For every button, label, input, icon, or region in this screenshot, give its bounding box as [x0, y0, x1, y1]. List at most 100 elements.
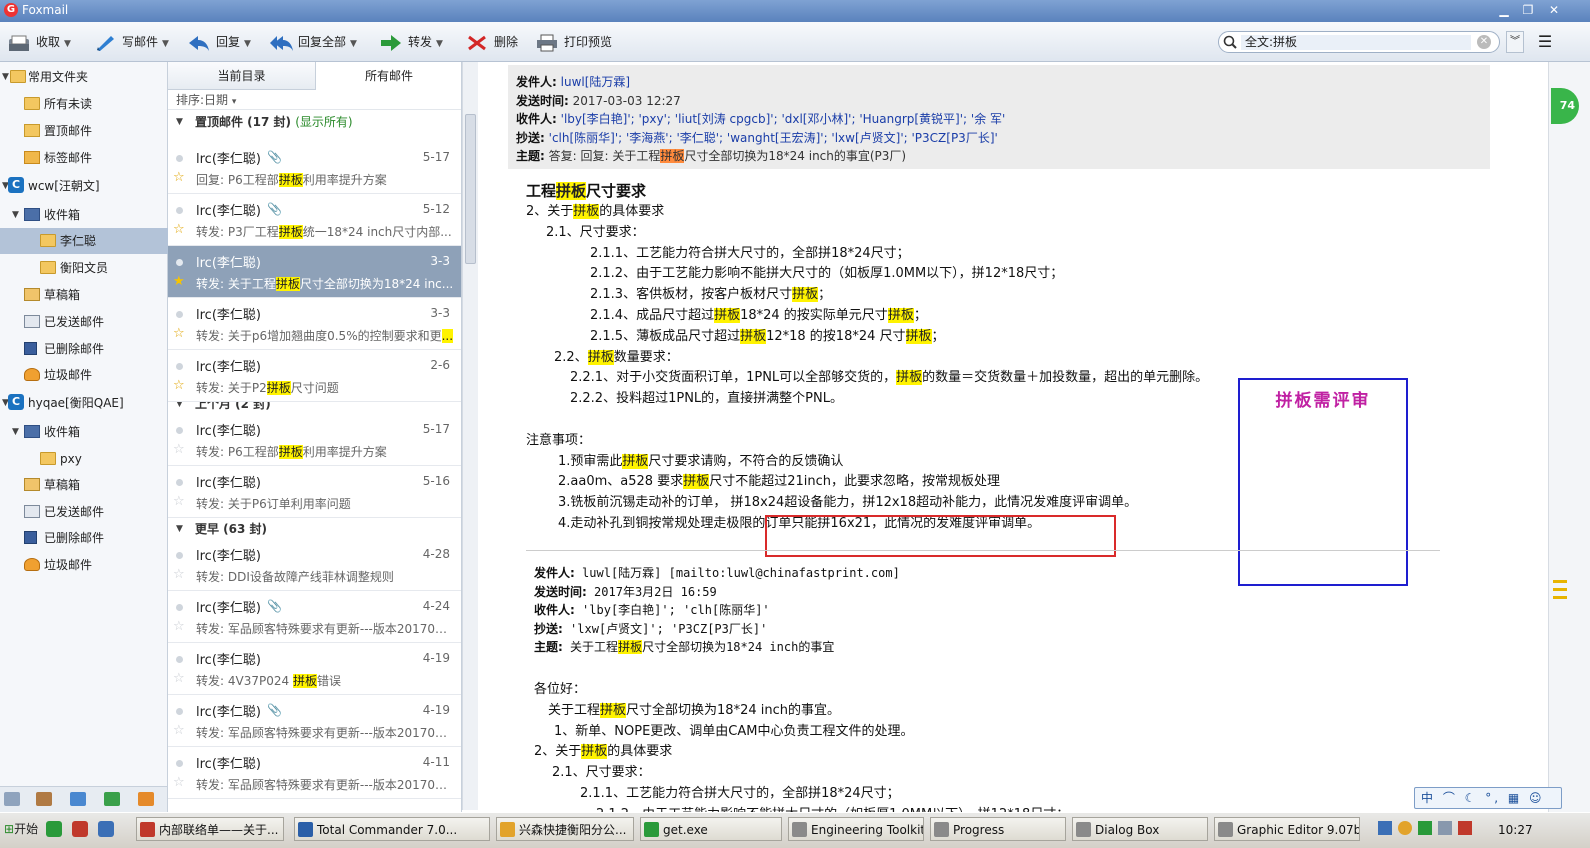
- compose-button[interactable]: 写邮件 ▼: [94, 30, 169, 54]
- cc-value[interactable]: 'clh[陈丽华]'; '李海燕'; '李仁聪'; 'wanght[王宏涛]';…: [549, 131, 998, 145]
- collapse-icon[interactable]: ▼: [12, 419, 19, 445]
- sidebar-item-junk[interactable]: 垃圾邮件: [0, 362, 168, 388]
- taskbar-item[interactable]: Engineering Toolkit 9....: [788, 817, 924, 841]
- list-item[interactable]: lrc(李仁聪) 📎 4-19 ☆ 转发: 军品顾客特殊要求有更新---版本201704…: [168, 695, 461, 747]
- delete-button[interactable]: 删除: [466, 30, 518, 54]
- sidebar-item-common-folders[interactable]: ▼ 常用文件夹: [0, 64, 168, 90]
- sidebar-item-inbox-2[interactable]: ▼ 收件箱: [0, 419, 168, 445]
- list-item[interactable]: lrc(李仁聪) 📎 5-17 ☆ 回复: P6工程部拼板利用率提升方案: [168, 142, 461, 194]
- read-status-icon[interactable]: [176, 363, 183, 370]
- list-item[interactable]: lrc(李仁聪) 4-28 ☆ 转发: DDI设备故障产线菲林调整规则: [168, 539, 461, 591]
- start-button[interactable]: ⊞开始: [0, 817, 44, 841]
- star-icon[interactable]: ☆: [173, 170, 185, 185]
- search-input[interactable]: 全文:拼板: [1241, 35, 1471, 50]
- show-all-link[interactable]: (显示所有): [295, 115, 352, 129]
- taskbar-item[interactable]: Dialog Box: [1072, 817, 1208, 841]
- forward-button[interactable]: 转发 ▼: [380, 30, 443, 54]
- star-icon[interactable]: ☆: [173, 775, 185, 790]
- sidebar-item-deleted[interactable]: 已删除邮件: [0, 336, 168, 362]
- star-icon[interactable]: ★: [173, 274, 185, 289]
- read-status-icon[interactable]: [176, 207, 183, 214]
- chevron-down-icon[interactable]: ▼: [436, 39, 443, 49]
- star-icon[interactable]: ☆: [173, 442, 185, 457]
- maximize-icon[interactable]: ❐: [1518, 2, 1538, 18]
- scrollbar-thumb[interactable]: [465, 114, 476, 264]
- star-icon[interactable]: ☆: [173, 326, 185, 341]
- sidebar-item-deleted-2[interactable]: 已删除邮件: [0, 525, 168, 551]
- read-status-icon[interactable]: [176, 427, 183, 434]
- receive-button[interactable]: 收取 ▼: [8, 30, 71, 54]
- reader-scrollbar[interactable]: 74: [1548, 62, 1590, 812]
- collapse-icon[interactable]: ▼: [176, 519, 183, 539]
- read-status-icon[interactable]: [176, 155, 183, 162]
- sort-selector[interactable]: 排序:日期 ▾: [168, 90, 461, 110]
- taskbar-item[interactable]: Total Commander 7.0...: [294, 817, 490, 841]
- group-header-earlier[interactable]: ▼ 更早 (63 封): [168, 519, 461, 539]
- list-item[interactable]: lrc(李仁聪) 4-19 ☆ 转发: 4V37P024 拼板错误: [168, 643, 461, 695]
- star-icon[interactable]: ☆: [173, 222, 185, 237]
- list-item[interactable]: lrc(李仁聪) 📎 4-24 ☆ 转发: 军品顾客特殊要求有更新---版本201704…: [168, 591, 461, 643]
- quick-launch-icon[interactable]: [72, 821, 88, 837]
- search-options-button[interactable]: ︾: [1506, 31, 1524, 53]
- star-icon[interactable]: ☆: [173, 494, 185, 509]
- sidebar-item-hengyang-clerk[interactable]: 衡阳文员: [0, 255, 168, 281]
- sidebar-item-sent-2[interactable]: 已发送邮件: [0, 499, 168, 525]
- sidebar-item-inbox[interactable]: ▼ 收件箱: [0, 202, 168, 228]
- mail-view-icon[interactable]: [4, 792, 20, 806]
- list-item[interactable]: lrc(李仁聪) 3-3 ★ 转发: 关于工程拼板尺寸全部切换为18*24 inc..…: [168, 246, 461, 298]
- ime-toolbar[interactable]: 中 ⌒ ☾ °, ▦ ☺ ♟ ✎: [1414, 787, 1562, 825]
- rss-icon[interactable]: [138, 792, 154, 806]
- notification-badge[interactable]: 74: [1551, 88, 1579, 124]
- taskbar-item[interactable]: Progress: [930, 817, 1066, 841]
- tray-icon[interactable]: [1398, 821, 1412, 835]
- star-icon[interactable]: ☆: [173, 619, 185, 634]
- list-item[interactable]: lrc(李仁聪) 📎 5-12 ☆ 转发: P3厂工程拼板统一18*24 inch尺寸内…: [168, 194, 461, 246]
- taskbar-item[interactable]: get.exe: [640, 817, 782, 841]
- read-status-icon[interactable]: [176, 708, 183, 715]
- chevron-down-icon[interactable]: ▼: [244, 39, 251, 49]
- tray-icon[interactable]: [1458, 821, 1472, 835]
- taskbar-item[interactable]: 内部联络单——关于...: [136, 817, 284, 841]
- read-status-icon[interactable]: [176, 259, 183, 266]
- collapse-icon[interactable]: ▼: [2, 64, 9, 90]
- collapse-icon[interactable]: ▼: [176, 112, 183, 132]
- tab-all-mail[interactable]: 所有邮件: [315, 62, 461, 90]
- sidebar-item-sent[interactable]: 已发送邮件: [0, 309, 168, 335]
- sidebar-account-wcw[interactable]: ▼ C wcw[汪朝文]: [0, 173, 168, 199]
- quick-launch-icon[interactable]: [98, 821, 114, 837]
- list-item[interactable]: lrc(李仁聪) 5-17 ☆ 转发: P6工程部拼板利用率提升方案: [168, 414, 461, 466]
- clock[interactable]: 10:27: [1498, 823, 1533, 837]
- taskbar-item[interactable]: 兴森快捷衡阳分公...: [496, 817, 634, 841]
- chevron-down-icon[interactable]: ▼: [350, 39, 357, 49]
- tray-icon[interactable]: [1418, 821, 1432, 835]
- list-scrollbar[interactable]: [462, 110, 478, 810]
- list-item[interactable]: lrc(李仁聪) 3-3 ☆ 转发: 关于p6增加翘曲度0.5%的控制要求和更...: [168, 298, 461, 350]
- calendar-icon[interactable]: [70, 792, 86, 806]
- list-item[interactable]: lrc(李仁聪) 2-6 ☆ 转发: 关于P2拼板尺寸问题: [168, 350, 461, 402]
- list-item[interactable]: lrc(李仁聪) 4-11 ☆ 转发: 军品顾客特殊要求有更新---版本201704.…: [168, 747, 461, 799]
- sidebar-account-hyqae[interactable]: ▼ C hyqae[衡阳QAE]: [0, 390, 168, 416]
- sidebar-item-junk-2[interactable]: 垃圾邮件: [0, 552, 168, 578]
- contacts-icon[interactable]: [36, 792, 52, 806]
- sidebar-item-pxy[interactable]: pxy: [0, 446, 168, 472]
- tab-current-folder[interactable]: 当前目录: [168, 62, 315, 90]
- sidebar-item-drafts-2[interactable]: 草稿箱: [0, 472, 168, 498]
- group-header-pinned[interactable]: ▼ 置顶邮件 (17 封) (显示所有): [168, 112, 461, 132]
- sidebar-item-tagged[interactable]: 标签邮件: [0, 145, 168, 171]
- star-icon[interactable]: ☆: [173, 567, 185, 582]
- close-icon[interactable]: ✕: [1544, 2, 1564, 18]
- sidebar-item-drafts[interactable]: 草稿箱: [0, 282, 168, 308]
- notes-icon[interactable]: [104, 792, 120, 806]
- read-status-icon[interactable]: [176, 552, 183, 559]
- print-preview-button[interactable]: 打印预览: [536, 30, 612, 54]
- tray-icon[interactable]: [1378, 821, 1392, 835]
- minimize-icon[interactable]: ▁: [1494, 2, 1514, 18]
- read-status-icon[interactable]: [176, 760, 183, 767]
- clear-search-icon[interactable]: ✕: [1477, 35, 1491, 49]
- sidebar-item-all-unread[interactable]: 所有未读: [0, 91, 168, 117]
- collapse-icon[interactable]: ▼: [12, 202, 19, 228]
- star-icon[interactable]: ☆: [173, 671, 185, 686]
- taskbar-item[interactable]: Graphic Editor 9.07b2...: [1214, 817, 1360, 841]
- sidebar-item-li-rencong[interactable]: 李仁聪: [0, 228, 168, 254]
- read-status-icon[interactable]: [176, 311, 183, 318]
